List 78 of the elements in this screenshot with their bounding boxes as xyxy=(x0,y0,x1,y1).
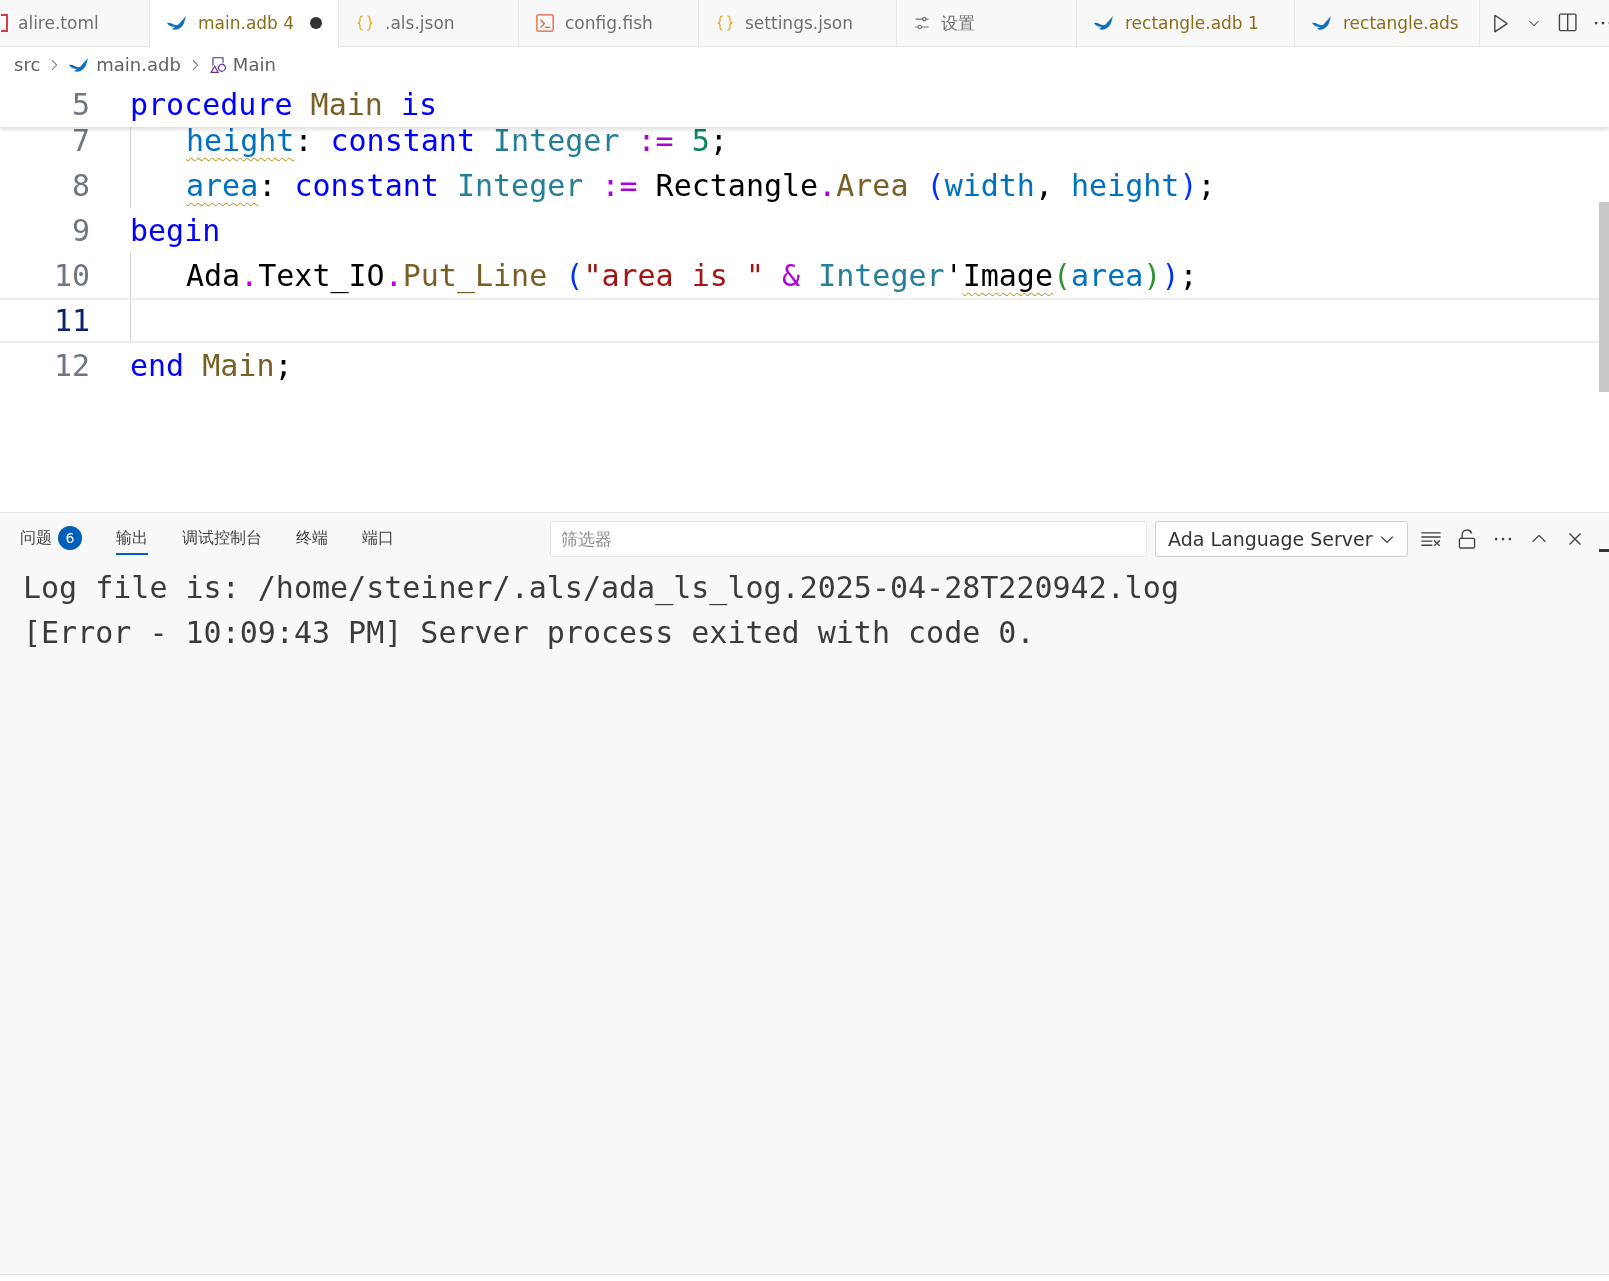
split-editor-icon[interactable] xyxy=(1556,12,1578,34)
braces-icon xyxy=(715,13,735,33)
code-token: : xyxy=(294,123,314,158)
line-number: 11 xyxy=(52,303,90,338)
line-number: 8 xyxy=(70,168,90,203)
code-token: area xyxy=(1071,258,1144,293)
line-number: 7 xyxy=(70,123,90,158)
breadcrumb-item[interactable]: Main xyxy=(232,54,276,75)
code-token: := xyxy=(636,123,674,158)
code-token: ) xyxy=(1161,258,1180,293)
unlock-icon[interactable] xyxy=(1456,528,1478,550)
breadcrumb-item[interactable]: src xyxy=(14,54,41,75)
line-number: 5 xyxy=(70,87,90,122)
code-token: Integer xyxy=(817,258,945,293)
code-token: ; xyxy=(274,348,293,383)
code-token: width xyxy=(944,168,1035,203)
count-badge: 6 xyxy=(58,526,82,550)
sliders-icon xyxy=(913,14,931,32)
panel-tab[interactable]: 输出 xyxy=(116,523,148,555)
code-token-warning: Image xyxy=(962,258,1053,293)
code-token: Integer xyxy=(492,123,620,158)
filter-field[interactable]: 筛选器 xyxy=(550,521,1147,557)
code-token: ; xyxy=(1179,258,1198,293)
code-token: Main xyxy=(201,348,275,383)
code-token: Ada xyxy=(186,258,241,293)
output-line: [Error - 10:09:43 PM] Server process exited with code 0. xyxy=(22,614,1036,652)
output-line: Log file is: /home/steiner/.als/ada_ls_log.2025-04-28T220942.log xyxy=(22,569,1180,608)
scrollbar-thumb[interactable] xyxy=(1599,202,1609,392)
editor-tab[interactable]: alire.toml xyxy=(0,0,150,46)
code-token: constant xyxy=(294,168,439,203)
code-token: : xyxy=(258,168,278,203)
code-token: Rectangle xyxy=(654,168,819,203)
bracket-icon xyxy=(0,14,8,32)
code-token: ) xyxy=(1143,258,1162,293)
code-token: ; xyxy=(1197,168,1216,203)
terminal-icon xyxy=(535,13,555,33)
code-token: constant xyxy=(330,123,475,158)
bird-icon xyxy=(1311,14,1333,32)
code-token: end xyxy=(130,348,185,383)
scrollbar-marker xyxy=(1599,549,1609,552)
code-token: ; xyxy=(709,123,728,158)
code-token: ( xyxy=(925,168,945,203)
code-token: is xyxy=(399,87,438,122)
code-token: Main xyxy=(309,87,383,122)
code-token: ( xyxy=(1053,258,1072,293)
channel-dropdown[interactable]: Ada Language Server xyxy=(1155,521,1408,557)
code-token: procedure xyxy=(130,87,293,122)
code-token: := xyxy=(600,168,638,203)
code-token: . xyxy=(384,258,403,293)
line-number: 9 xyxy=(70,213,90,248)
bird-icon xyxy=(166,14,188,32)
line-number: 12 xyxy=(52,348,90,383)
panel-tab[interactable]: 终端 xyxy=(296,523,328,555)
code-token: height xyxy=(1071,168,1180,203)
code-token: Put_Line xyxy=(402,258,548,293)
code-token: begin xyxy=(130,213,221,248)
code-token: Integer xyxy=(455,168,584,203)
code-token: . xyxy=(818,168,837,203)
code-token: & xyxy=(781,258,801,293)
panel-tab[interactable]: 端口 xyxy=(362,523,394,555)
code-token: 5 xyxy=(690,123,710,158)
panel-tab[interactable]: 调试控制台 xyxy=(182,523,262,555)
code-token: ) xyxy=(1179,168,1198,203)
code-token: . xyxy=(240,258,259,293)
code-token-warning: height xyxy=(186,123,295,158)
code-token: ( xyxy=(564,258,584,293)
code-token: Text_IO xyxy=(258,258,385,293)
code-token: , xyxy=(1034,168,1054,203)
breadcrumb-item[interactable]: main.adb xyxy=(96,54,181,75)
code-token-warning: area xyxy=(186,168,259,203)
bird-icon xyxy=(1093,14,1115,32)
editor-tab[interactable]: main.adb 4 xyxy=(150,0,339,47)
braces-icon xyxy=(355,13,375,33)
panel-tab[interactable]: 问题 6 xyxy=(20,522,82,556)
line-number: 10 xyxy=(52,258,90,293)
code-token: ' xyxy=(944,258,963,293)
code-token: Area xyxy=(836,168,909,203)
code-token: "area is " xyxy=(583,258,764,293)
